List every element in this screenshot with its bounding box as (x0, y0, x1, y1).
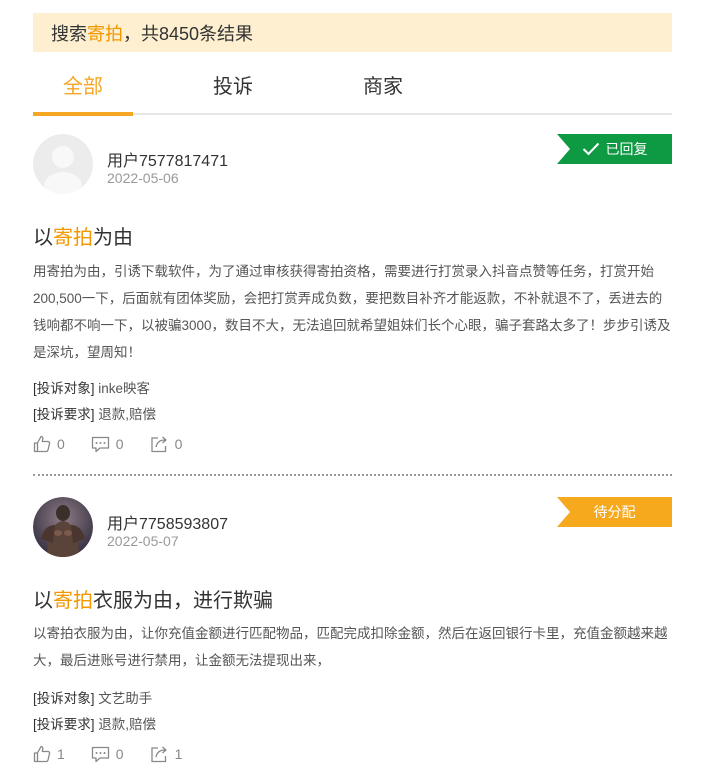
post-divider (33, 474, 672, 476)
active-tab-indicator (33, 112, 133, 116)
like-count: 0 (57, 436, 65, 452)
status-text: 待分配 (593, 504, 636, 520)
post-title[interactable]: 以寄拍衣服为由，进行欺骗 (33, 584, 273, 613)
title-keyword: 寄拍 (53, 227, 93, 249)
comment-icon (91, 746, 109, 762)
post-actions: 1 0 1 (33, 745, 208, 763)
share-count: 1 (174, 746, 183, 762)
like-button[interactable]: 1 (33, 745, 65, 763)
title-prefix: 以 (33, 590, 53, 612)
user-name[interactable]: 用户7758593807 (107, 510, 228, 534)
comment-icon (91, 436, 109, 452)
tab-bar: 全部 投诉 商家 (33, 60, 672, 116)
comment-button[interactable]: 0 (91, 746, 124, 763)
page: 搜索 寄拍 ，共8450条结果 全部 投诉 商家 用户7577817471 202… (0, 0, 718, 781)
complaint-target: [投诉对象] 文艺助手 (33, 687, 152, 707)
target-value: 文艺助手 (94, 691, 153, 706)
user-name[interactable]: 用户7577817471 (107, 147, 228, 171)
title-keyword: 寄拍 (53, 590, 93, 612)
post-body: 用寄拍为由，引诱下载软件，为了通过审核获得寄拍资格，需要进行打赏录入抖音点赞等任… (33, 264, 671, 360)
demand-value: 退款,赔偿 (94, 407, 157, 422)
post-actions: 0 0 0 (33, 435, 208, 453)
share-count: 0 (174, 436, 183, 452)
avatar[interactable] (33, 134, 93, 194)
title-suffix: 为由 (93, 227, 133, 249)
target-value: inke映客 (94, 381, 151, 396)
tab-merchants[interactable]: 商家 (333, 70, 433, 99)
comment-count: 0 (115, 746, 124, 762)
comment-count: 0 (115, 436, 124, 452)
status-badge: 待分配 (557, 497, 672, 527)
title-prefix: 以 (33, 227, 53, 249)
demand-label: [投诉要求] (33, 407, 95, 422)
post-body: 以寄拍衣服为由，让你充值金额进行匹配物品，匹配完成扣除金额，然后在返回银行卡里，… (33, 626, 668, 668)
title-suffix: 衣服为由，进行欺骗 (93, 590, 273, 612)
status-text: 已回复 (605, 141, 648, 157)
like-count: 1 (57, 746, 65, 762)
demand-label: [投诉要求] (33, 717, 95, 732)
search-count: ，共8450条结果 (123, 23, 254, 44)
complaint-demand: [投诉要求] 退款,赔偿 (33, 403, 156, 423)
search-prefix: 搜索 (51, 23, 87, 44)
post-title[interactable]: 以寄拍为由 (33, 221, 133, 250)
share-icon (150, 746, 167, 763)
user-photo-avatar (33, 497, 93, 557)
comment-button[interactable]: 0 (91, 436, 124, 453)
thumbs-up-icon (33, 745, 51, 763)
target-label: [投诉对象] (33, 381, 95, 396)
target-label: [投诉对象] (33, 691, 95, 706)
avatar[interactable] (33, 497, 93, 557)
thumbs-up-icon (33, 435, 51, 453)
share-button[interactable]: 1 (150, 745, 183, 763)
like-button[interactable]: 0 (33, 435, 65, 453)
complaint-demand: [投诉要求] 退款,赔偿 (33, 713, 156, 733)
check-icon (582, 142, 599, 156)
default-avatar-icon (33, 134, 93, 194)
share-icon (150, 436, 167, 453)
search-keyword: 寄拍 (87, 23, 123, 44)
demand-value: 退款,赔偿 (94, 717, 157, 732)
post-date: 2022-05-07 (107, 533, 179, 549)
tab-all[interactable]: 全部 (33, 70, 133, 99)
share-button[interactable]: 0 (150, 435, 183, 453)
complaint-card[interactable]: 用户7758593807 2022-05-07 待分配 以寄拍衣服为由，进行欺骗… (33, 497, 672, 777)
status-badge: 已回复 (557, 134, 672, 164)
complaint-card[interactable]: 用户7577817471 2022-05-06 已回复 以寄拍为由 用寄拍为由，… (33, 134, 672, 464)
search-result-banner: 搜索 寄拍 ，共8450条结果 (33, 13, 672, 52)
post-date: 2022-05-06 (107, 170, 179, 186)
complaint-target: [投诉对象] inke映客 (33, 377, 150, 397)
tab-complaints[interactable]: 投诉 (183, 70, 283, 99)
